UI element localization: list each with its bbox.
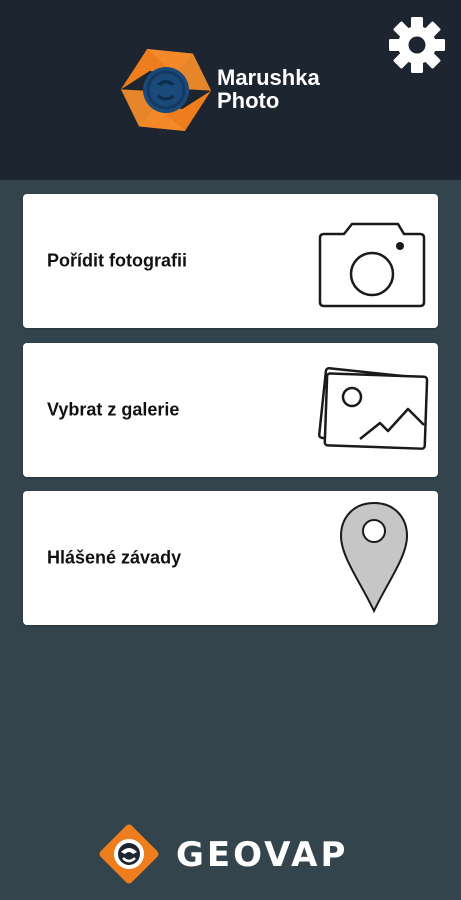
marushka-logo-icon: [120, 49, 212, 131]
camera-icon: [314, 202, 432, 320]
geovap-logo-icon: [99, 824, 159, 884]
location-pin-icon: [314, 499, 432, 617]
take-photo-label: Pořídit fotografii: [47, 250, 187, 271]
app-logo-line2: Photo: [217, 88, 280, 113]
reported-defects-card[interactable]: Hlášené závady: [23, 491, 438, 625]
reported-defects-label: Hlášené závady: [47, 547, 182, 568]
take-photo-card[interactable]: Pořídit fotografii: [23, 194, 438, 328]
app-header: Marushka Photo: [0, 0, 461, 180]
app-logo: Marushka Photo: [116, 40, 356, 140]
gallery-label: Vybrat z galerie: [47, 399, 180, 420]
footer-brand: GEOVAP: [97, 822, 377, 886]
footer-brand-text: GEOVAP: [176, 835, 349, 875]
gallery-icon: [314, 351, 432, 469]
app-logo-text: Marushka Photo: [217, 66, 320, 112]
settings-button[interactable]: [386, 14, 448, 76]
app-logo-line1: Marushka: [217, 65, 320, 90]
gallery-card[interactable]: Vybrat z galerie: [23, 343, 438, 477]
gear-icon: [389, 17, 445, 73]
